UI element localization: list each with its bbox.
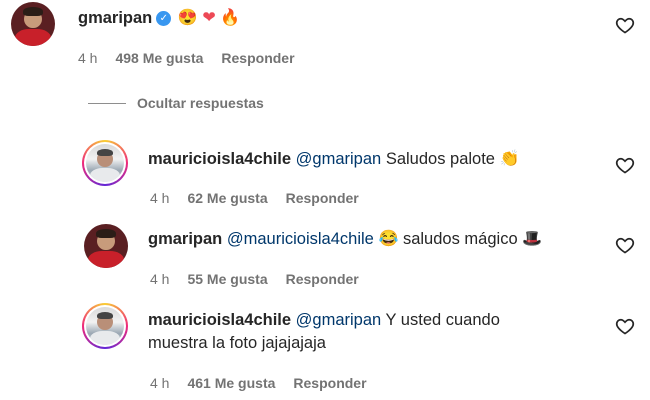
comment-text: saludos mágico <box>402 230 518 248</box>
username-link[interactable]: mauricioisla4chile <box>148 311 291 329</box>
avatar-gmaripan[interactable] <box>84 224 128 268</box>
avatar-mauricioisla4chile[interactable] <box>82 303 128 349</box>
mention-link[interactable]: @gmaripan <box>296 150 382 168</box>
likes-count[interactable]: 55 Me gusta <box>187 271 267 287</box>
top-hat-emoji: 🎩 <box>522 230 543 248</box>
heart-outline-icon[interactable] <box>615 15 635 35</box>
likes-count[interactable]: 498 Me gusta <box>115 50 203 66</box>
username-link[interactable]: gmaripan <box>78 9 152 27</box>
comment-meta: 4 h 62 Me gusta Responder <box>150 190 377 206</box>
hide-replies-button[interactable]: Ocultar respuestas <box>137 95 264 111</box>
comment-body: mauricioisla4chile @gmaripan Y usted cua… <box>148 309 500 331</box>
heart-eyes-emoji: 😍 <box>177 9 198 27</box>
laughing-emoji: 😂 <box>378 230 399 248</box>
clap-emoji: 👏 <box>499 150 520 168</box>
comment-body: gmaripan ✓ 😍 ❤ 🔥 <box>78 7 240 30</box>
comment-meta: 4 h 461 Me gusta Responder <box>150 375 385 391</box>
reply-button[interactable]: Responder <box>221 50 294 66</box>
reply-button[interactable]: Responder <box>286 190 359 206</box>
comment-text: Y usted cuando <box>385 311 500 329</box>
heart-outline-icon[interactable] <box>615 155 635 175</box>
username-link[interactable]: mauricioisla4chile <box>148 150 291 168</box>
likes-count[interactable]: 62 Me gusta <box>187 190 267 206</box>
mention-link[interactable]: @gmaripan <box>296 311 382 329</box>
timestamp: 4 h <box>150 375 170 391</box>
fire-emoji: 🔥 <box>220 9 241 27</box>
timestamp: 4 h <box>78 50 98 66</box>
heart-outline-icon[interactable] <box>615 316 635 336</box>
likes-count[interactable]: 461 Me gusta <box>187 375 275 391</box>
username-link[interactable]: gmaripan <box>148 230 222 248</box>
avatar-mauricioisla4chile[interactable] <box>82 140 128 186</box>
comment-meta: 4 h 498 Me gusta Responder <box>78 50 313 66</box>
red-heart-emoji: ❤ <box>202 9 216 27</box>
mention-link[interactable]: @mauricioisla4chile <box>227 230 374 248</box>
reply-button[interactable]: Responder <box>286 271 359 287</box>
reply-button[interactable]: Responder <box>293 375 366 391</box>
comment-body: gmaripan @mauricioisla4chile 😂 saludos m… <box>148 228 542 251</box>
comment-text-continued: muestra la foto jajajajaja <box>148 334 326 352</box>
timestamp: 4 h <box>150 190 170 206</box>
timestamp: 4 h <box>150 271 170 287</box>
hide-replies-divider <box>88 103 126 104</box>
verified-badge-icon: ✓ <box>156 11 172 27</box>
comment-body: mauricioisla4chile @gmaripan Saludos pal… <box>148 148 520 171</box>
comment-meta: 4 h 55 Me gusta Responder <box>150 271 377 287</box>
heart-outline-icon[interactable] <box>615 235 635 255</box>
avatar-gmaripan[interactable] <box>11 2 55 46</box>
comment-text: Saludos palote <box>385 150 495 168</box>
